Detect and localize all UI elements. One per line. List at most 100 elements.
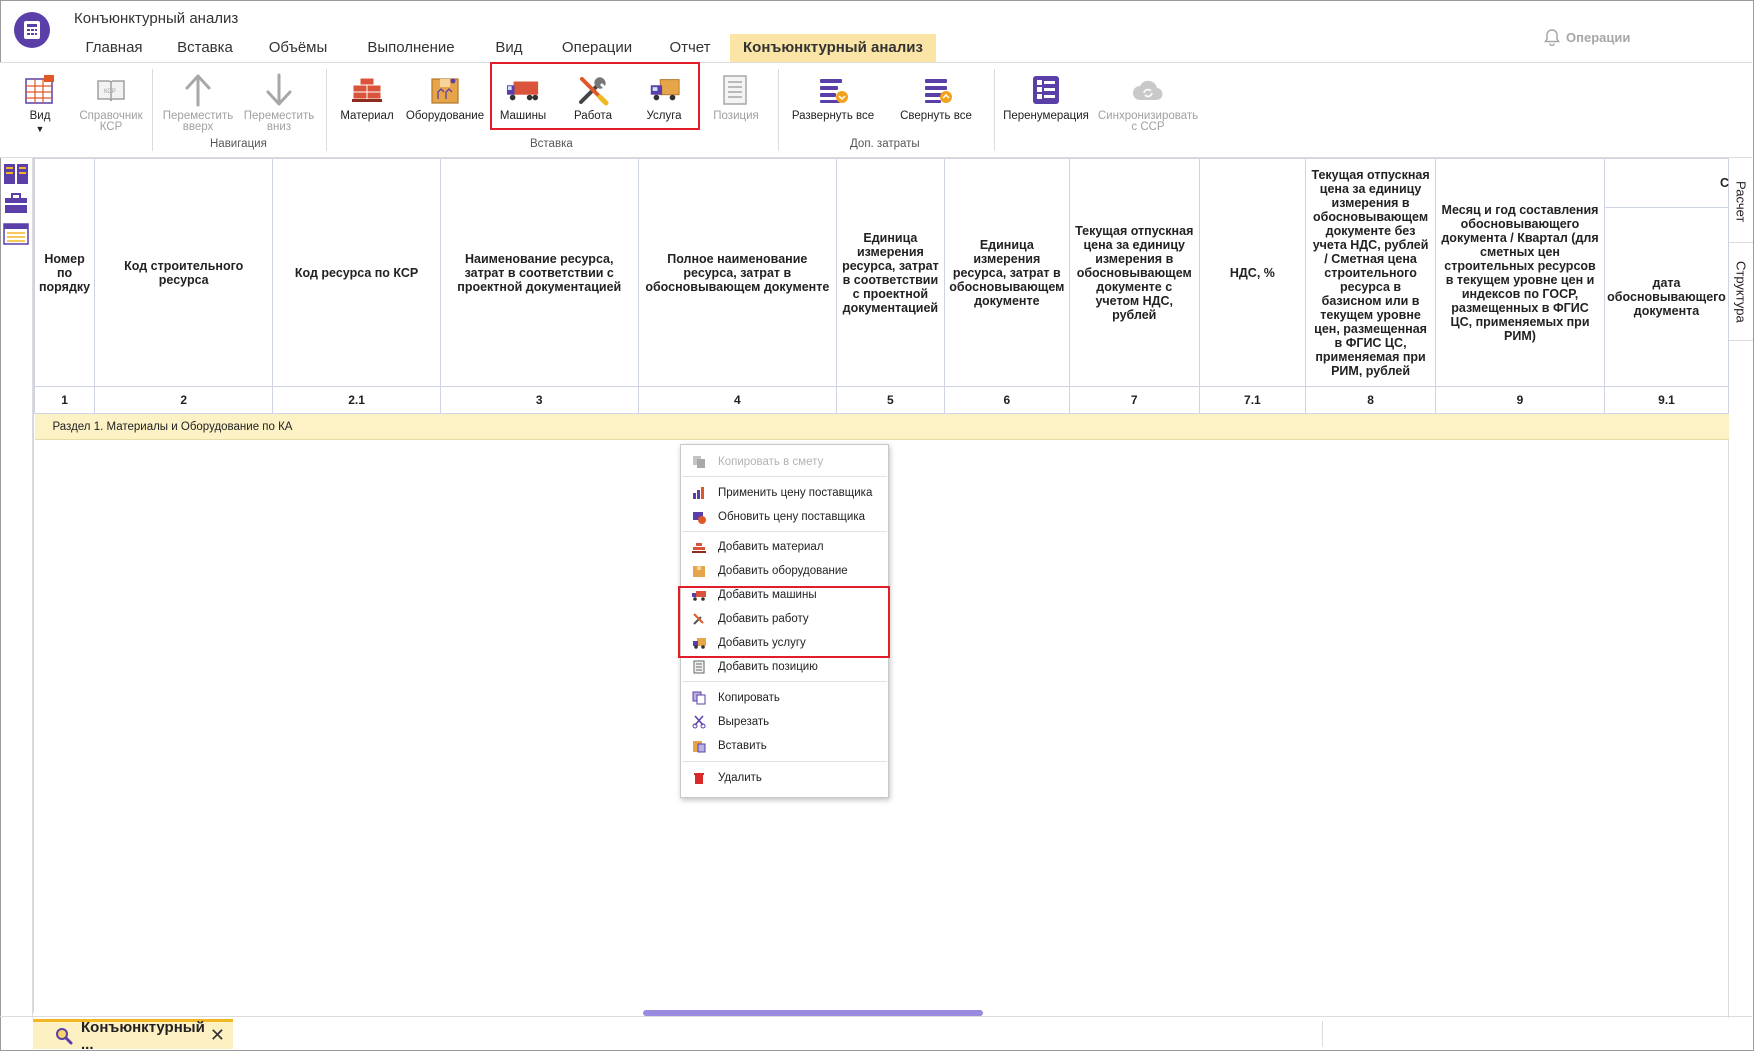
column-number: 2 xyxy=(94,386,274,414)
left-toolbar xyxy=(0,158,33,1018)
box-icon xyxy=(428,73,462,107)
move-up-label: Переместить вверх xyxy=(162,110,234,133)
section-row[interactable]: Раздел 1. Материалы и Оборудование по КА xyxy=(34,413,1729,440)
menu-item-label: Копировать в смету xyxy=(718,456,824,468)
highlight-box-ribbon xyxy=(490,62,700,130)
tab-volumes[interactable]: Объёмы xyxy=(248,34,348,62)
column-header[interactable]: Код строительного ресурса xyxy=(94,158,274,387)
menu-item-add-material[interactable]: Добавить материал xyxy=(681,536,888,558)
briefcase-icon[interactable] xyxy=(3,192,29,216)
column-header[interactable]: Единица измерения ресурса, затрат в соот… xyxy=(835,158,945,387)
column-number: 5 xyxy=(835,386,945,414)
column-number: 7.1 xyxy=(1198,386,1307,414)
right-side-tabs: Расчет Структура xyxy=(1728,158,1753,1018)
menu-item-copy[interactable]: Копировать xyxy=(681,687,888,709)
ribbon-separator xyxy=(778,69,779,151)
tab-execution[interactable]: Выполнение xyxy=(348,34,474,62)
menu-item-label: Вставить xyxy=(718,740,767,752)
column-number: 1 xyxy=(34,386,96,414)
column-group-header: С xyxy=(1605,159,1729,208)
view-button-label: Вид xyxy=(29,110,51,122)
table-view-icon xyxy=(23,73,57,107)
column-header[interactable]: Номер по порядку xyxy=(34,158,96,387)
menu-item-add-position[interactable]: Добавить позицию xyxy=(681,656,888,678)
app-logo-icon[interactable] xyxy=(14,12,50,48)
document-tab[interactable]: Конъюнктурный ... ✕ xyxy=(33,1019,233,1053)
move-up-button[interactable]: Переместить вверх xyxy=(160,73,236,133)
column-header[interactable]: Текущая отпускная цена за единицу измере… xyxy=(1068,158,1200,387)
menu-item-label: Обновить цену поставщика xyxy=(718,511,865,523)
column-header[interactable]: Наименование ресурса, затрат в соответст… xyxy=(439,158,639,387)
ribbon-tabs: Главная Вставка Объёмы Выполнение Вид Оп… xyxy=(66,34,936,62)
column-header[interactable]: Код ресурса по КСР xyxy=(272,158,441,387)
table-icon[interactable] xyxy=(3,222,29,246)
column-header[interactable]: С дата обосновывающего документа xyxy=(1604,158,1729,387)
group-label-navigation: Навигация xyxy=(210,138,267,150)
expand-all-button[interactable]: Развернуть все xyxy=(790,73,876,122)
sync-button[interactable]: Синхронизировать с ССР xyxy=(1096,73,1200,133)
apply-price-icon xyxy=(692,486,706,500)
position-icon xyxy=(719,73,753,107)
position-label: Позиция xyxy=(713,110,759,122)
menu-item-paste[interactable]: Вставить xyxy=(681,735,888,757)
layout-icon[interactable] xyxy=(3,162,29,186)
status-separator xyxy=(1322,1021,1323,1047)
column-number: 4 xyxy=(637,386,837,414)
column-header[interactable]: Текущая отпускная цена за единицу измере… xyxy=(1305,158,1436,387)
menu-item-add-equipment[interactable]: Добавить оборудование xyxy=(681,560,888,582)
highlight-box-menu xyxy=(678,586,890,658)
view-button[interactable]: Вид ▼ xyxy=(20,73,60,135)
update-price-icon xyxy=(692,510,706,524)
menu-item-label: Применить цену поставщика xyxy=(718,487,873,499)
book-icon: КСР xyxy=(94,73,128,107)
tab-view[interactable]: Вид xyxy=(474,34,544,62)
scissors-icon xyxy=(692,715,706,729)
group-label-insert: Вставка xyxy=(530,138,573,150)
ksr-reference-label: Справочник КСР xyxy=(79,110,143,133)
renumber-label: Перенумерация xyxy=(1003,110,1089,122)
column-number: 6 xyxy=(943,386,1070,414)
menu-item-copy-to-estimate[interactable]: Копировать в смету xyxy=(681,451,888,473)
menu-item-label: Копировать xyxy=(718,692,780,704)
column-header-label: дата обосновывающего документа xyxy=(1607,275,1726,318)
close-icon[interactable]: ✕ xyxy=(210,1025,225,1046)
trash-icon xyxy=(692,771,706,785)
equipment-button[interactable]: Оборудование xyxy=(404,73,486,122)
chevron-down-icon: ▼ xyxy=(35,124,45,134)
position-button[interactable]: Позиция xyxy=(708,73,764,122)
column-number: 3 xyxy=(439,386,639,414)
material-button[interactable]: Материал xyxy=(336,73,398,122)
tab-report[interactable]: Отчет xyxy=(650,34,730,62)
menu-item-update-supplier-price[interactable]: Обновить цену поставщика xyxy=(681,506,888,528)
menu-item-apply-supplier-price[interactable]: Применить цену поставщика xyxy=(681,482,888,504)
renumber-icon xyxy=(1029,73,1063,107)
magnifier-icon xyxy=(55,1027,73,1045)
column-header[interactable]: Единица измерения ресурса, затрат в обос… xyxy=(943,158,1070,387)
menu-item-label: Удалить xyxy=(718,772,762,784)
ribbon: Вид ▼ КСР Справочник КСР Переместить вве… xyxy=(0,62,1752,158)
collapse-all-button[interactable]: Свернуть все xyxy=(890,73,982,122)
side-tab-calculation[interactable]: Расчет xyxy=(1729,162,1753,243)
column-header[interactable]: Месяц и год составления обосновывающего … xyxy=(1434,158,1606,387)
ribbon-separator xyxy=(152,69,153,151)
tab-main[interactable]: Главная xyxy=(66,34,162,62)
operations-button[interactable]: Операции xyxy=(1544,28,1630,46)
tab-operations[interactable]: Операции xyxy=(544,34,650,62)
menu-item-label: Добавить оборудование xyxy=(718,565,848,577)
renumber-button[interactable]: Перенумерация xyxy=(1002,73,1090,122)
equipment-label: Оборудование xyxy=(405,110,485,122)
menu-item-label: Вырезать xyxy=(718,716,770,728)
column-header[interactable]: НДС, % xyxy=(1198,158,1307,387)
tab-insert[interactable]: Вставка xyxy=(162,34,248,62)
move-down-button[interactable]: Переместить вниз xyxy=(241,73,317,133)
material-label: Материал xyxy=(340,110,394,122)
column-header[interactable]: Полное наименование ресурса, затрат в об… xyxy=(637,158,837,387)
expand-all-icon xyxy=(816,73,850,107)
menu-item-delete[interactable]: Удалить xyxy=(681,767,888,789)
side-tab-structure[interactable]: Структура xyxy=(1729,244,1753,341)
tab-market-analysis[interactable]: Конъюнктурный анализ xyxy=(730,34,936,62)
ksr-reference-button[interactable]: КСР Справочник КСР xyxy=(76,73,146,133)
document-tab-label: Конъюнктурный ... xyxy=(81,1018,205,1053)
ribbon-separator xyxy=(326,69,327,151)
menu-item-cut[interactable]: Вырезать xyxy=(681,711,888,733)
